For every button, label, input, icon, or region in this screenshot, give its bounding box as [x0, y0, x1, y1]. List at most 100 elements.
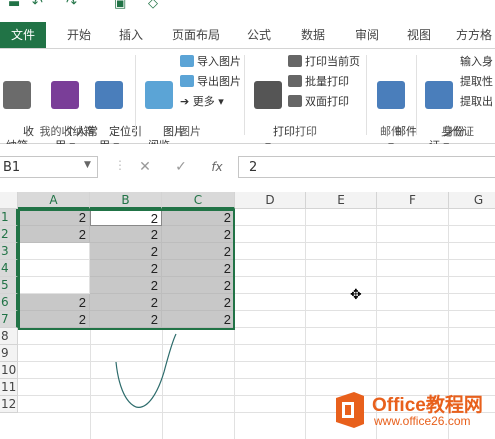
cell-a2[interactable]: 2 [18, 226, 90, 243]
export-picture-icon [180, 75, 194, 87]
more-options-icon: ⋮ [114, 158, 126, 172]
row-header-3[interactable]: 3 [0, 243, 18, 260]
cell-b7[interactable]: 2 [90, 311, 162, 328]
cell-c2[interactable]: 2 [162, 226, 235, 243]
group-label: 邮件 [380, 125, 402, 138]
input-id-button[interactable]: 输入身 [460, 53, 493, 71]
group-picture: 图片 阅览 导入图片 导出图片 ➔ 更多 ▾ 图片 [138, 49, 242, 152]
cell-c1[interactable]: 2 [162, 209, 235, 226]
group-label: 图片 [179, 125, 201, 138]
cell-b3[interactable]: 2 [90, 243, 162, 260]
redo-icon[interactable]: ↷ [66, 0, 77, 11]
group-my-collection: 收 纳箱 个人常 用 ▾ 定位引 用 ▾ 我的收纳箱 [0, 49, 142, 152]
cell-c4[interactable]: 2 [162, 260, 235, 277]
cell-a1[interactable]: 2 [18, 209, 90, 226]
column-header-b[interactable]: B [90, 192, 162, 209]
custom-icon[interactable]: ◇ [148, 0, 158, 11]
enter-icon[interactable]: ✓ [168, 156, 194, 178]
group-label: 打印 [295, 125, 317, 138]
cell-b5[interactable]: 2 [90, 277, 162, 294]
name-box-dropdown-icon[interactable]: ▼ [84, 160, 91, 170]
save-icon[interactable]: ▬ [8, 0, 20, 11]
watermark-logo: Office教程网 www.office26.com [328, 388, 488, 434]
row-header-1[interactable]: 1 [0, 209, 18, 226]
print-current-page-button[interactable]: 打印当前页 [288, 53, 360, 71]
locate-icon [95, 81, 123, 109]
ribbon-tabs: 文件 开始 插入 页面布局 公式 数据 审阅 视图 方方格 [0, 22, 495, 49]
cell-b1[interactable]: 2 [90, 209, 162, 226]
group-divider [416, 55, 417, 135]
row-header-4[interactable]: 4 [0, 260, 18, 277]
cell-a6[interactable]: 2 [18, 294, 90, 311]
row-header-12[interactable]: 12 [0, 396, 18, 413]
id-card-icon [425, 81, 453, 109]
ribbon: 收 纳箱 个人常 用 ▾ 定位引 用 ▾ 我的收纳箱 图片 阅览 导入图片 导出… [0, 49, 495, 152]
print-page-icon [288, 55, 302, 67]
hand-drawn-checkmark [115, 333, 177, 408]
row-header-6[interactable]: 6 [0, 294, 18, 311]
cell-a3[interactable] [18, 243, 90, 260]
extract-gender-button[interactable]: 提取性 [460, 73, 493, 91]
cross-cursor-icon: ✥ [350, 287, 362, 303]
tab-view[interactable]: 视图 [398, 22, 440, 48]
group-divider [366, 55, 367, 135]
form-icon[interactable]: ▣ [114, 0, 126, 11]
tab-formulas[interactable]: 公式 [236, 22, 282, 48]
batch-print-button[interactable]: 批量打印 [288, 73, 349, 91]
column-header-d[interactable]: D [235, 192, 306, 209]
column-header-e[interactable]: E [306, 192, 377, 209]
tab-home[interactable]: 开始 [56, 22, 102, 48]
column-header-c[interactable]: C [162, 192, 235, 209]
import-picture-icon [180, 55, 194, 67]
quick-access-toolbar: ▬ ↶ ↷ ▣ ◇ [0, 0, 495, 20]
tab-page-layout[interactable]: 页面布局 [164, 22, 228, 48]
cell-a4[interactable] [18, 260, 90, 277]
more-button[interactable]: ➔ 更多 ▾ [180, 93, 224, 111]
cell-b4[interactable]: 2 [90, 260, 162, 277]
duplex-print-button[interactable]: 双面打印 [288, 93, 349, 111]
row-header-11[interactable]: 11 [0, 379, 18, 396]
export-picture-button[interactable]: 导出图片 [180, 73, 241, 91]
row-header-7[interactable]: 7 [0, 311, 18, 328]
batch-print-icon [288, 75, 302, 87]
row-header-8[interactable]: 8 [0, 328, 18, 345]
printer-icon [254, 81, 282, 109]
cancel-icon[interactable]: ✕ [132, 156, 158, 178]
cell-a7[interactable]: 2 [18, 311, 90, 328]
column-header-g[interactable]: G [449, 192, 495, 209]
import-picture-button[interactable]: 导入图片 [180, 53, 241, 71]
group-print: 打印 ▾ 打印当前页 批量打印 双面打印 打印 [248, 49, 364, 152]
row-header-2[interactable]: 2 [0, 226, 18, 243]
onenote-icon [51, 81, 79, 109]
row-header-10[interactable]: 10 [0, 362, 18, 379]
row-header-9[interactable]: 9 [0, 345, 18, 362]
group-divider [135, 55, 136, 135]
extract-birth-button[interactable]: 提取出 [460, 93, 493, 111]
cell-c7[interactable]: 2 [162, 311, 235, 328]
duplex-print-icon [288, 95, 302, 107]
insert-function-button[interactable]: fx [204, 156, 230, 178]
cell-c6[interactable]: 2 [162, 294, 235, 311]
cell-c5[interactable]: 2 [162, 277, 235, 294]
watermark-title: Office教程网 [372, 395, 483, 416]
cell-b2[interactable]: 2 [90, 226, 162, 243]
tab-review[interactable]: 审阅 [344, 22, 390, 48]
group-label: 身份证 [441, 125, 474, 138]
row-header-5[interactable]: 5 [0, 277, 18, 294]
tab-fangfangge[interactable]: 方方格 [448, 22, 495, 48]
tab-insert[interactable]: 插入 [108, 22, 154, 48]
column-header-a[interactable]: A [18, 192, 90, 209]
cell-a5[interactable] [18, 277, 90, 294]
cell-b6[interactable]: 2 [90, 294, 162, 311]
watermark-url: www.office26.com [374, 414, 471, 428]
undo-icon[interactable]: ↶ [32, 0, 43, 11]
column-header-f[interactable]: F [377, 192, 449, 209]
group-divider [244, 55, 245, 135]
select-all-corner[interactable] [0, 192, 18, 209]
tab-file[interactable]: 文件 [0, 22, 46, 48]
group-label: 我的收纳箱 [39, 125, 95, 138]
tab-data[interactable]: 数据 [290, 22, 336, 48]
cell-c3[interactable]: 2 [162, 243, 235, 260]
formula-input[interactable]: 2 [238, 156, 495, 178]
picture-icon [145, 81, 173, 109]
